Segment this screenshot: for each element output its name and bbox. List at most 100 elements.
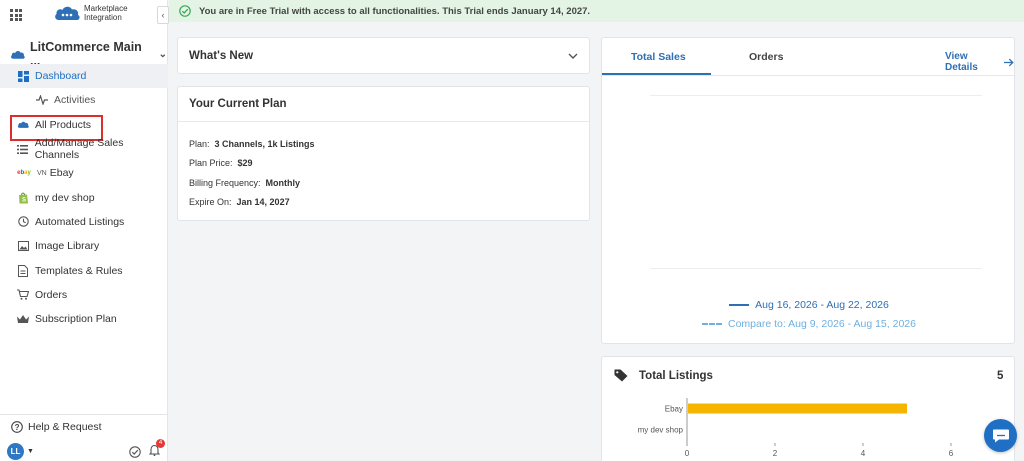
country-prefix: VN (37, 169, 47, 177)
total-listings-card: Total Listings 5 Ebay my dev shop 0 2 4 6 (601, 356, 1015, 461)
plan-title: Your Current Plan (178, 87, 589, 122)
notification-badge: 4 (156, 439, 165, 448)
chat-icon (992, 429, 1009, 442)
sidebar-item-automated-listings[interactable]: Automated Listings (0, 210, 168, 234)
sidebar-item-label: Ebay (49, 167, 74, 180)
category-label: my dev shop (638, 426, 684, 435)
cart-icon (17, 289, 29, 301)
sidebar: Marketplace Integration ‹ LitCommerce Ma… (0, 0, 169, 461)
apps-grid-icon[interactable] (10, 9, 22, 21)
trial-banner: You are in Free Trial with access to all… (169, 0, 1024, 22)
sidebar-item-ebay[interactable]: ebay VN Ebay (0, 161, 168, 185)
document-icon (17, 264, 29, 277)
dashboard-icon (17, 70, 29, 82)
view-details-label: View Details (945, 51, 978, 73)
legend-solid-line (729, 304, 750, 306)
plan-row: Expire On: Jan 14, 2027 (189, 193, 578, 213)
x-tick-label: 2 (773, 449, 778, 458)
bar-ebay (688, 403, 907, 414)
sidebar-item-label: Dashboard (35, 70, 87, 83)
legend-current-period[interactable]: Aug 16, 2026 - Aug 22, 2026 (602, 299, 1016, 311)
chart-gridline (650, 95, 982, 96)
plan-row-label: Plan Price: (189, 158, 233, 169)
plan-row: Plan: 3 Channels, 1k Listings (189, 134, 578, 154)
trial-banner-text: You are in Free Trial with access to all… (199, 5, 591, 17)
plan-row-value: Jan 14, 2027 (236, 197, 290, 208)
chat-button[interactable] (984, 419, 1017, 452)
sidebar-footer: ? Help & Request LL ▼ 4 (0, 414, 168, 461)
legend-dashed-line (702, 323, 722, 325)
crown-icon (17, 313, 29, 325)
tag-icon (614, 369, 628, 382)
current-plan-card: Your Current Plan Plan: 3 Channels, 1k L… (177, 86, 590, 221)
help-label: Help & Request (28, 421, 102, 433)
svg-text:S: S (22, 197, 26, 203)
sidebar-item-my-dev-shop[interactable]: S my dev shop (0, 185, 168, 209)
ebay-icon: ebay (17, 170, 31, 177)
sidebar-item-label: All Products (35, 118, 92, 131)
listings-title: Total Listings (639, 369, 713, 382)
sidebar-item-sales-channels[interactable]: Add/Manage Sales Channels (0, 137, 168, 161)
shopify-icon: S (17, 192, 29, 204)
plan-row: Billing Frequency: Monthly (189, 173, 578, 193)
sidebar-item-label: Activities (54, 94, 96, 107)
plan-row-value: Monthly (265, 177, 301, 188)
sidebar-item-activities[interactable]: Activities (0, 88, 168, 112)
sidebar-item-image-library[interactable]: Image Library (0, 234, 168, 258)
sidebar-item-label: Templates & Rules (35, 264, 123, 277)
footer-icons: 4 (129, 439, 165, 459)
legend-compare-label: Compare to: Aug 9, 2026 - Aug 15, 2026 (728, 318, 916, 330)
whats-new-panel[interactable]: What's New (177, 37, 590, 74)
arrow-right-icon (1004, 58, 1014, 66)
logo-text: Marketplace Integration (84, 4, 128, 22)
x-tick-label: 6 (949, 449, 954, 458)
check-circle-icon[interactable] (129, 445, 141, 458)
store-cloud-icon (11, 50, 25, 59)
sidebar-item-all-products[interactable]: All Products (0, 113, 168, 141)
cloud-logo-icon (55, 6, 80, 20)
svg-text:?: ? (15, 423, 20, 432)
help-icon: ? (11, 421, 23, 433)
view-details-link[interactable]: View Details (945, 51, 1014, 73)
x-tick-label: 4 (861, 449, 866, 458)
sidebar-item-label: Image Library (35, 240, 100, 253)
sales-card: Total Sales Orders View Details Aug 16, … (601, 37, 1015, 344)
app-logo[interactable]: Marketplace Integration (53, 4, 144, 22)
category-label: Ebay (665, 405, 683, 414)
plan-row-label: Plan: (189, 138, 210, 149)
sidebar-item-dashboard[interactable]: Dashboard (0, 64, 168, 89)
sidebar-item-label: Subscription Plan (35, 313, 117, 326)
sidebar-item-templates-rules[interactable]: Templates & Rules (0, 258, 168, 282)
sidebar-item-label: Automated Listings (35, 215, 125, 228)
user-menu: LL ▼ 4 (0, 439, 168, 461)
plan-row-value: 3 Channels, 1k Listings (214, 138, 315, 149)
collapse-sidebar-button[interactable]: ‹ (157, 6, 169, 24)
sidebar-nav: Dashboard Activities All Products Add/Ma… (0, 64, 168, 331)
caret-down-icon[interactable]: ▼ (27, 448, 34, 455)
listings-bar-chart: Ebay my dev shop 0 2 4 6 (638, 398, 954, 458)
plan-details: Plan: 3 Channels, 1k Listings Plan Price… (178, 122, 589, 212)
legend-compare-period[interactable]: Compare to: Aug 9, 2026 - Aug 15, 2026 (602, 318, 1016, 330)
avatar[interactable]: LL (7, 442, 24, 460)
sidebar-item-label: my dev shop (35, 191, 95, 204)
active-tab-indicator (602, 73, 711, 75)
sidebar-item-subscription-plan[interactable]: Subscription Plan (0, 307, 168, 331)
chevron-down-icon[interactable] (568, 53, 578, 59)
notifications-button[interactable]: 4 (148, 439, 165, 459)
help-request-link[interactable]: ? Help & Request (0, 415, 168, 439)
sales-tabs: Total Sales Orders View Details (602, 38, 1014, 76)
activity-icon (36, 94, 48, 106)
check-circle-icon (179, 5, 191, 17)
plan-row: Plan Price: $29 (189, 154, 578, 174)
tab-orders[interactable]: Orders (749, 51, 783, 63)
listings-count: 5 (997, 370, 1004, 382)
cloud-icon (17, 119, 29, 131)
plan-row-value: $29 (237, 158, 253, 169)
chevron-down-icon: ⌄ (158, 48, 167, 60)
clock-icon (17, 216, 29, 228)
chart-gridline (650, 268, 982, 269)
tab-total-sales[interactable]: Total Sales (631, 51, 686, 63)
sidebar-item-orders[interactable]: Orders (0, 283, 168, 307)
sidebar-item-label: Orders (35, 288, 68, 301)
plan-row-label: Billing Frequency: (189, 177, 261, 188)
